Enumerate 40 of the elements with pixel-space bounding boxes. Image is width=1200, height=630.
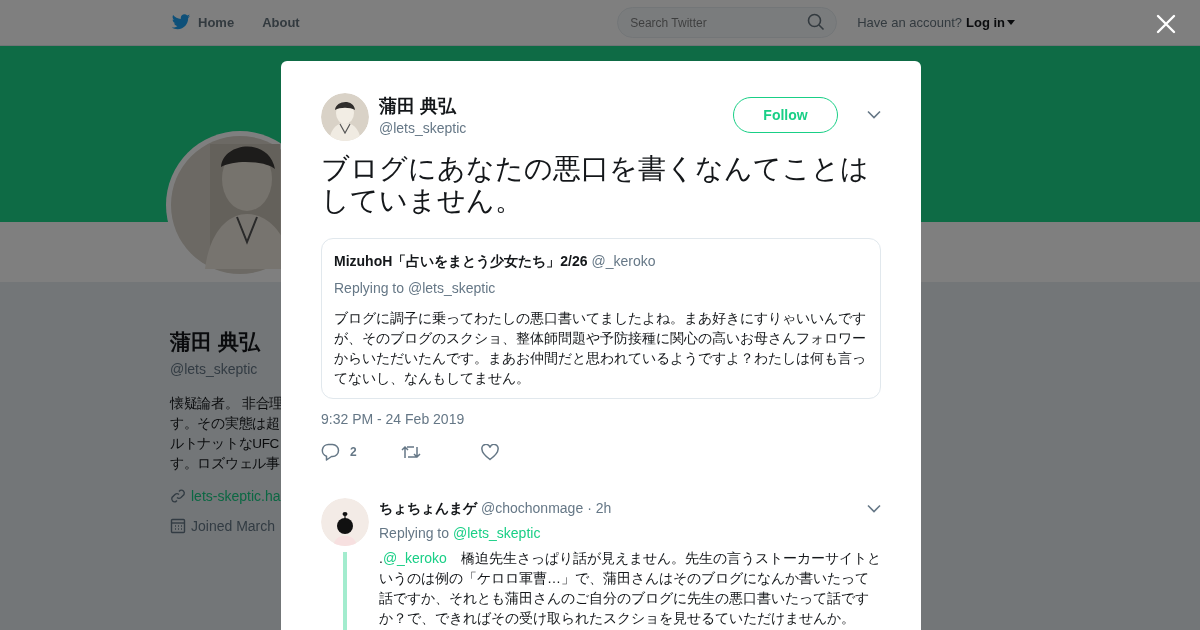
joined-date: Joined March <box>191 516 276 536</box>
replying-to: Replying to @lets_skeptic <box>334 279 497 298</box>
author-handle: @lets_skeptic <box>379 119 467 138</box>
calendar-icon <box>170 518 186 534</box>
profile-name: 蒲田 典弘 <box>170 329 262 355</box>
mention-link[interactable]: @lets_skeptic <box>453 523 541 544</box>
search-field[interactable]: Search Twitter <box>617 7 838 38</box>
retweet-icon[interactable] <box>401 444 421 460</box>
author-handle: @chochonmage <box>481 499 584 518</box>
chevron-down-icon[interactable] <box>867 110 881 119</box>
author-name: ちょちょんまゲ <box>379 499 477 518</box>
caret-icon <box>1007 20 1015 25</box>
login-link[interactable]: Log in <box>966 12 1015 33</box>
reply-text: .@_keroko 橋迫先生さっぱり話が見えません。先生の言うストーカーサイトというのは例の「ケロロ軍曹…」で、蒲田さんはそのブログになんか書いたって話ですか、それとも蒲田さんのご自分のブログに先生の悪口書いたって話ですか？で、できればその受け取られたスクショを見せるていただけませんか。 <box>379 549 881 628</box>
quoted-author-handle: @_keroko <box>591 252 656 271</box>
quoted-author-name: MizuhoH「占いをまとう少女たち」2/26 <box>334 252 588 271</box>
tweet-timestamp: 9:32 PM - 24 Feb 2019 <box>321 410 466 429</box>
speech-bubble-icon <box>321 443 340 461</box>
chevron-down-icon[interactable] <box>867 504 881 513</box>
quoted-text: ブログに調子に乗ってわたしの悪口書いてましたよね。まあ好きにすりゃいいんですが、そのブログのスクショ、整体師問題や予防接種に関心の高いお母さんフォロワーからいただいたんです。まあお仲間だと思われているようですよ？わたしは何も言ってないし、なんもしてません。 <box>334 309 867 388</box>
tweet-text: ブログにあなたの悪口を書くなんてことはしていません。 <box>321 153 870 217</box>
nav-link[interactable]: Home <box>171 12 235 33</box>
mention-link[interactable]: @_keroko <box>382 550 447 566</box>
author-name: 蒲田 典弘 <box>379 95 458 117</box>
link-icon <box>170 488 186 504</box>
profile-handle: @lets_skeptic <box>170 359 259 379</box>
website-link[interactable]: lets-skeptic.ha <box>191 485 281 507</box>
quoted-tweet[interactable]: MizuhoH「占いをまとう少女たち」2/26 @_keroko Replying to @lets_skeptic ブログに調子に乗ってわたしの悪口書いてましたよね。まあ好きにすりゃいいんですが、そのブログのスクショ、整体師問題や予防接種に関心の高いお母さんフォロワーからいただいたんです。まあお仲間だと思われているようですよ？わたしは何も言ってないし、なんもしてません。 <box>321 238 881 399</box>
profile-bio-line: す。ロズウェル事 <box>170 454 281 473</box>
reply-button[interactable]: 2 <box>321 443 401 461</box>
bird-icon <box>171 14 191 31</box>
account-prompt: Have an account? <box>857 13 962 32</box>
replying-to-label: Replying to <box>379 524 450 543</box>
reply-time: · 2h <box>587 499 612 518</box>
profile-bio-line: ルトナットなUFC <box>170 434 281 453</box>
search-icon <box>807 13 826 31</box>
heart-icon[interactable] <box>481 443 499 461</box>
close-button[interactable] <box>1154 12 1178 36</box>
profile-bio-line: す。その実態は超 <box>170 414 281 433</box>
nav-link[interactable]: About <box>262 12 300 33</box>
